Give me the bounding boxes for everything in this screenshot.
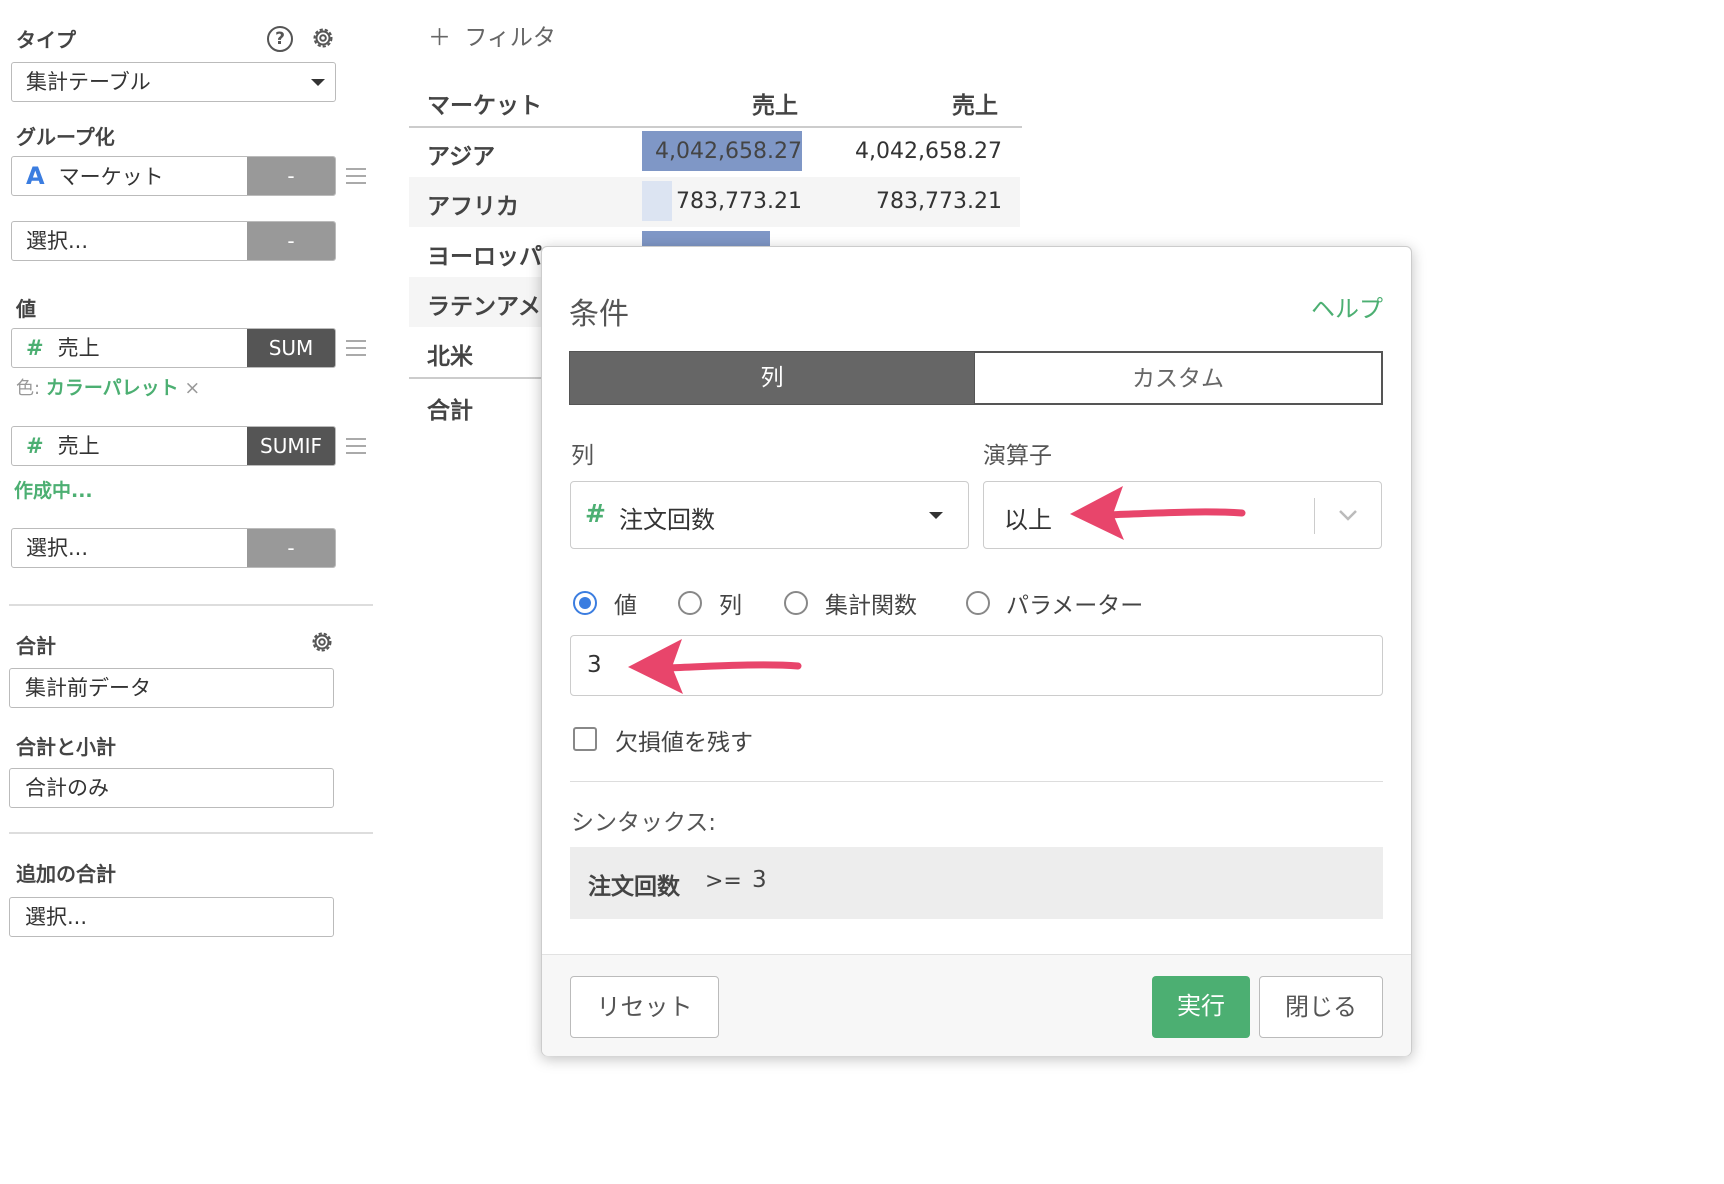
type-value: 集計テーブル	[26, 70, 151, 94]
group-remove-button[interactable]: -	[247, 157, 335, 195]
color-remove-icon[interactable]: ×	[184, 377, 200, 399]
in-progress-status: 作成中...	[14, 480, 93, 502]
row-value-cell: 783,773.21	[676, 189, 802, 214]
radio-aggregate-label: 集計関数	[825, 593, 917, 619]
gear-icon[interactable]	[310, 25, 336, 51]
syntax-value: 3	[752, 867, 767, 893]
dialog-title: 条件	[569, 297, 629, 332]
filter-label: フィルタ	[464, 25, 556, 51]
number-type-icon: #	[585, 499, 606, 528]
row-market-cell: アジア	[427, 144, 496, 170]
row-market-cell: アフリカ	[427, 194, 519, 220]
number-type-icon: #	[26, 336, 44, 360]
divider	[9, 604, 373, 606]
column-select-value: 注文回数	[619, 506, 715, 534]
gear-icon[interactable]	[309, 629, 335, 655]
tab-custom[interactable]: カスタム	[974, 351, 1383, 405]
run-button[interactable]: 実行	[1152, 976, 1250, 1038]
group-select-placeholder: 選択...	[26, 229, 89, 253]
color-setting: 色: カラーパレット ×	[16, 373, 200, 400]
grouping-label: グループ化	[16, 125, 115, 149]
drag-handle-icon[interactable]	[346, 438, 366, 454]
row-value-cell: 4,042,658.27	[655, 139, 802, 164]
close-button[interactable]: 閉じる	[1259, 976, 1383, 1038]
color-palette-link[interactable]: カラーパレット	[46, 377, 179, 399]
syntax-column: 注文回数	[588, 874, 680, 900]
total-row-label: 合計	[427, 398, 473, 424]
annotation-arrow-icon	[628, 639, 802, 694]
radio-aggregate[interactable]	[784, 591, 808, 615]
help-icon[interactable]: ?	[267, 26, 293, 52]
group-field-market[interactable]: A マーケット -	[11, 156, 336, 196]
group-select[interactable]: 選択... -	[11, 221, 336, 261]
select-separator	[1314, 498, 1315, 534]
agg-sumif-button[interactable]: SUMIF	[247, 427, 335, 465]
caret-down-icon	[311, 79, 325, 86]
row-value-cell: 783,773.21	[876, 189, 1002, 214]
type-dropdown[interactable]: 集計テーブル	[11, 62, 336, 102]
annotation-arrow-icon	[1070, 486, 1246, 540]
col-header-sales-2[interactable]: 売上	[952, 86, 998, 120]
tab-column[interactable]: 列	[569, 351, 975, 405]
keep-missing-label: 欠損値を残す	[615, 730, 753, 756]
plus-icon: ＋	[428, 25, 451, 51]
syntax-label: シンタックス:	[571, 810, 717, 836]
drag-handle-icon[interactable]	[346, 340, 366, 356]
number-type-icon: #	[26, 434, 44, 458]
data-bar	[642, 181, 672, 221]
drag-handle-icon[interactable]	[346, 168, 366, 184]
values-label: 値	[16, 297, 36, 321]
header-divider	[409, 126, 1022, 128]
total-subtotal-label: 合計と小計	[16, 735, 116, 759]
add-filter-button[interactable]: ＋ フィルタ	[428, 18, 556, 52]
total-label: 合計	[16, 634, 56, 658]
value-field-name: 売上	[57, 434, 100, 458]
syntax-box: 注文回数 >= 3	[570, 847, 1383, 919]
text-type-icon: A	[26, 162, 45, 190]
radio-column-label: 列	[719, 593, 742, 619]
help-link[interactable]: ヘルプ	[1311, 289, 1383, 324]
agg-sum-button[interactable]: SUM	[247, 329, 335, 367]
value-select-placeholder: 選択...	[26, 536, 89, 560]
keep-missing-checkbox[interactable]	[573, 727, 597, 751]
radio-value[interactable]	[573, 591, 597, 615]
value-field-sales-sum[interactable]: # 売上 SUM	[11, 328, 336, 368]
caret-down-icon	[929, 512, 943, 519]
operator-label: 演算子	[983, 443, 1052, 469]
chevron-down-icon	[1339, 510, 1357, 521]
column-label: 列	[571, 443, 594, 469]
radio-parameter[interactable]	[966, 591, 990, 615]
radio-column[interactable]	[678, 591, 702, 615]
row-market-cell: 北米	[427, 344, 473, 370]
value-field-sales-sumif[interactable]: # 売上 SUMIF	[11, 426, 336, 466]
col-header-sales-1[interactable]: 売上	[752, 86, 798, 120]
column-select[interactable]: # 注文回数	[570, 481, 969, 549]
type-label: タイプ	[16, 28, 76, 52]
color-prefix: 色:	[16, 378, 41, 399]
value-field-name: 売上	[57, 336, 100, 360]
value-select[interactable]: 選択... -	[11, 528, 336, 568]
group-select-action[interactable]: -	[247, 222, 335, 260]
value-select-action[interactable]: -	[247, 529, 335, 567]
col-header-market[interactable]: マーケット	[427, 86, 542, 120]
total-subtotal-select[interactable]: 合計のみ	[9, 768, 334, 808]
syntax-operator: >=	[705, 869, 742, 894]
additional-total-select[interactable]: 選択...	[9, 897, 334, 937]
operator-select-value: 以上	[1004, 506, 1052, 534]
group-field-name: マーケット	[58, 165, 164, 189]
total-select[interactable]: 集計前データ	[9, 668, 334, 708]
divider	[9, 832, 373, 834]
value-input-text: 3	[587, 652, 602, 678]
row-market-cell: ヨーロッパ	[427, 244, 542, 270]
reset-button[interactable]: リセット	[570, 976, 719, 1038]
radio-value-label: 値	[614, 593, 637, 619]
dialog-divider	[570, 781, 1383, 782]
row-value-cell: 4,042,658.27	[855, 139, 1002, 164]
additional-total-label: 追加の合計	[16, 862, 116, 886]
radio-parameter-label: パラメーター	[1006, 593, 1144, 619]
